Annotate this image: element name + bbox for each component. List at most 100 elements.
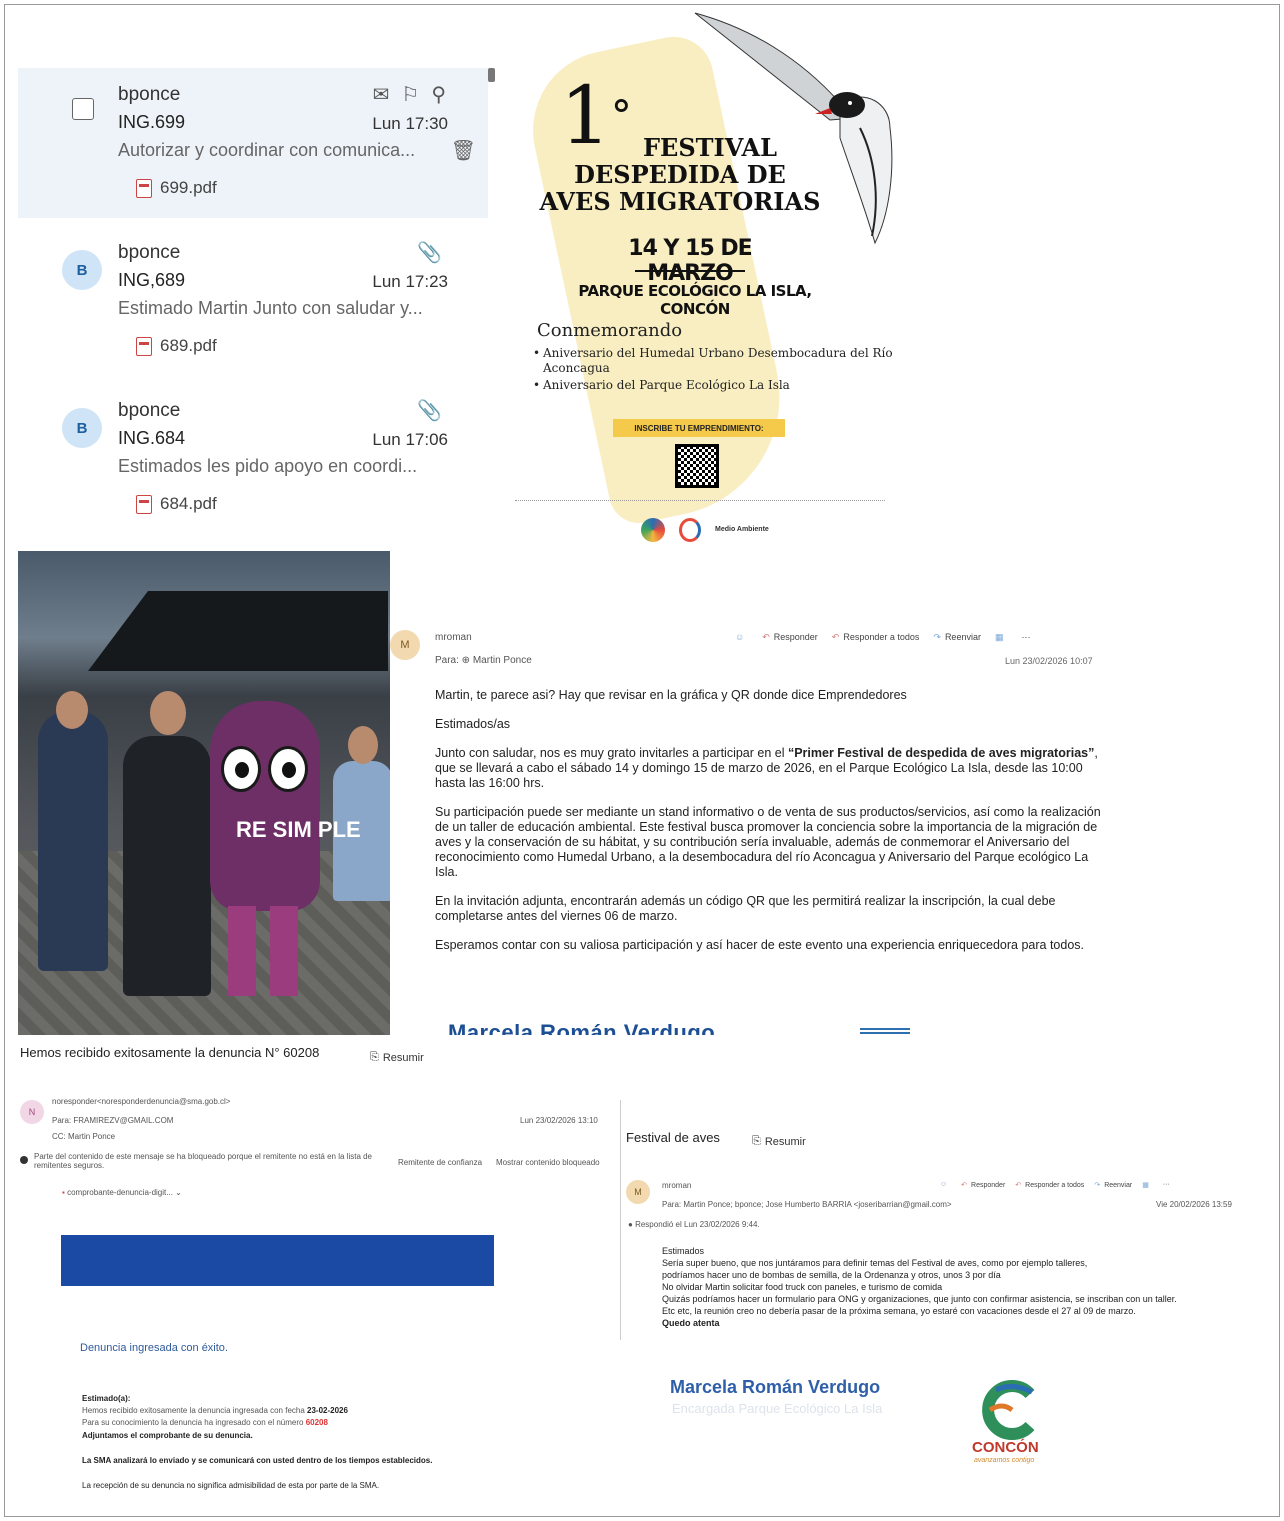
email-subject-festival: Festival de aves <box>626 1130 720 1145</box>
email-festival: M mroman ☺ ↶ Responder ↶ Responder a todos… <box>622 1175 1242 1495</box>
emoji-icon[interactable]: ☺ <box>735 632 744 643</box>
event-photo: RE SIM PLE <box>18 551 390 1035</box>
blocked-notice: Parte del contenido de este mensaje se h… <box>34 1152 373 1170</box>
mail-list: bponce ✉ ⚐ ⚲ ING.699 Lun 17:30 Autorizar… <box>18 68 488 538</box>
poster-subtitle: Conmemorando <box>537 320 683 341</box>
more-icon[interactable]: ··· <box>1163 1181 1170 1189</box>
forward-icon: ↷ <box>1094 1182 1101 1189</box>
email-body: Estimados Sería super bueno, que nos jun… <box>662 1245 1242 1329</box>
email-line: Estimados <box>662 1246 705 1256</box>
mail-sender: bponce <box>118 242 181 263</box>
attachment-name: 699.pdf <box>160 178 217 197</box>
attachment-chip[interactable]: ▪ comprobante-denuncia-digit... ⌄ <box>62 1188 182 1197</box>
summarize-button[interactable]: ⎘ Resumir <box>370 1051 424 1064</box>
mascot-text: RE SIM PLE <box>236 817 361 842</box>
pdf-icon <box>136 336 152 356</box>
mail-preview: Estimado Martin Junto con saludar y... <box>118 298 423 318</box>
denuncia-line: Para su conocimiento la denuncia ha ingr… <box>82 1418 328 1427</box>
avatar: M <box>390 630 420 660</box>
mascot <box>210 701 320 911</box>
grid-icon[interactable]: ▦ <box>995 632 1004 643</box>
more-icon[interactable]: ··· <box>1021 632 1030 643</box>
trusted-sender-button[interactable]: Remitente de confianza <box>398 1158 482 1167</box>
reply-status-icon: ● <box>628 1220 633 1229</box>
pin-icon[interactable]: ⚲ <box>431 82 446 107</box>
email-actions: ☺ ↶ Responder ↶ Responder a todos ↷ Reenvia… <box>940 1181 1170 1189</box>
reply-all-button[interactable]: ↶ Responder a todos <box>1015 1181 1084 1189</box>
envelope-icon[interactable]: ✉ <box>373 82 390 107</box>
signature-name: Marcela Román Verdugo <box>670 1377 881 1397</box>
email-paragraph: Junto con saludar, nos es muy grato invi… <box>435 746 1098 790</box>
poster-bullet: Aniversario del Humedal Urbano Desemboca… <box>533 346 893 376</box>
person <box>38 711 108 971</box>
emoji-icon[interactable]: ☺ <box>940 1181 947 1189</box>
scrollbar-thumb[interactable] <box>488 68 495 82</box>
forward-button[interactable]: ↷ Reenviar <box>933 632 981 643</box>
poster-bullet: Aniversario del Parque Ecológico La Isla <box>533 378 893 393</box>
divider <box>635 270 745 272</box>
divider <box>620 1100 621 1340</box>
divider <box>515 500 885 501</box>
mail-time: Lun 17:23 <box>372 272 448 291</box>
person-head <box>56 691 88 729</box>
person <box>123 736 211 996</box>
select-checkbox[interactable] <box>72 98 94 120</box>
forward-button[interactable]: ↷ Reenviar <box>1094 1181 1132 1189</box>
attachment-chip[interactable]: 699.pdf <box>136 178 217 198</box>
email-paragraph: Esperamos contar con su valiosa particip… <box>435 938 1084 952</box>
sender: noresponder<noresponderdenuncia@sma.gob.… <box>52 1097 231 1106</box>
sender: mroman <box>662 1181 692 1190</box>
email-subject-denuncia: Hemos recibido exitosamente la denuncia … <box>20 1045 320 1060</box>
reply-icon: ↶ <box>762 632 770 642</box>
tent <box>88 591 388 671</box>
email-actions: ☺ ↶ Responder ↶ Responder a todos ↷ Reenvia… <box>735 632 1030 643</box>
summarize-button[interactable]: ⎘ Resumir <box>752 1135 806 1148</box>
email-invitation: M mroman Para: ⊕ Martin Ponce ☺ ↶ Respond… <box>390 620 1110 1035</box>
email-paragraph: Martin, te parece asi? Hay que revisar e… <box>435 688 907 702</box>
qr-code[interactable] <box>675 444 719 488</box>
email-paragraph: En la invitación adjunta, encontrarán ad… <box>435 894 1056 923</box>
reply-button[interactable]: ↶ Responder <box>961 1181 1005 1189</box>
recipients: Para: Martin Ponce; bponce; Jose Humbert… <box>662 1200 952 1209</box>
signature-role: Encargada Parque Ecológico La Isla <box>672 1401 883 1416</box>
email-line: No olvidar Martin solicitar food truck c… <box>662 1282 943 1292</box>
email-date: Vie 20/02/2026 13:59 <box>1156 1200 1232 1209</box>
mail-time: Lun 17:06 <box>372 430 448 449</box>
show-blocked-button[interactable]: Mostrar contenido bloqueado <box>496 1158 600 1167</box>
email-line: Quedo atenta <box>662 1318 720 1328</box>
replied-notice: ● Respondió el Lun 23/02/2026 9:44. <box>628 1220 760 1229</box>
sma-header-banner <box>61 1235 494 1286</box>
poster-bullets: Aniversario del Humedal Urbano Desemboca… <box>533 346 893 395</box>
mail-item-699[interactable]: bponce ✉ ⚐ ⚲ ING.699 Lun 17:30 Autorizar… <box>18 68 488 218</box>
municipality-logo <box>641 518 665 542</box>
mail-item-689[interactable]: B bponce 📎 ING,689 Lun 17:23 Estimado Ma… <box>18 226 488 376</box>
concon-logo <box>982 1380 1035 1440</box>
mail-item-684[interactable]: B bponce 📎 ING.684 Lun 17:06 Estimados l… <box>18 384 488 534</box>
reply-all-button[interactable]: ↶ Responder a todos <box>832 632 920 643</box>
summarize-icon: ⎘ <box>752 1135 761 1147</box>
attachment-chip[interactable]: 689.pdf <box>136 336 217 356</box>
email-paragraph: Su participación puede ser mediante un s… <box>435 805 1101 879</box>
reply-button[interactable]: ↶ Responder <box>762 632 818 643</box>
info-icon <box>20 1156 28 1164</box>
flag-icon[interactable]: ⚐ <box>401 82 419 107</box>
paperclip-icon: 📎 <box>417 242 442 264</box>
reply-all-icon: ↶ <box>831 632 840 642</box>
mail-preview: Autorizar y coordinar con comunica... <box>118 140 416 160</box>
forward-icon: ↷ <box>933 632 941 642</box>
concon-logo <box>679 518 701 542</box>
email-line: Quizás podríamos hacer un formulario par… <box>662 1294 1177 1304</box>
email-line: podríamos hacer uno de bombas de semilla… <box>662 1270 1001 1280</box>
trash-icon[interactable]: 🗑 <box>451 138 476 163</box>
recipients: Para: FRAMIREZV@GMAIL.COM <box>52 1116 174 1125</box>
cc-recipients: CC: Martin Ponce <box>52 1132 116 1141</box>
signature-logo <box>860 1028 910 1034</box>
email-line: Etc etc, la reunión creo no debería pasa… <box>662 1306 1136 1316</box>
attachment-chip[interactable]: 684.pdf <box>136 494 217 514</box>
grid-icon[interactable]: ▦ <box>1142 1181 1149 1189</box>
poster-place: PARQUE ECOLÓGICO LA ISLA, CONCÓN <box>578 282 812 318</box>
greeting: Estimado(a): <box>82 1394 131 1403</box>
mail-sender: bponce <box>118 400 181 421</box>
mascot-legs <box>228 906 298 996</box>
email-line: Sería super bueno, que nos juntáramos pa… <box>662 1258 1088 1268</box>
